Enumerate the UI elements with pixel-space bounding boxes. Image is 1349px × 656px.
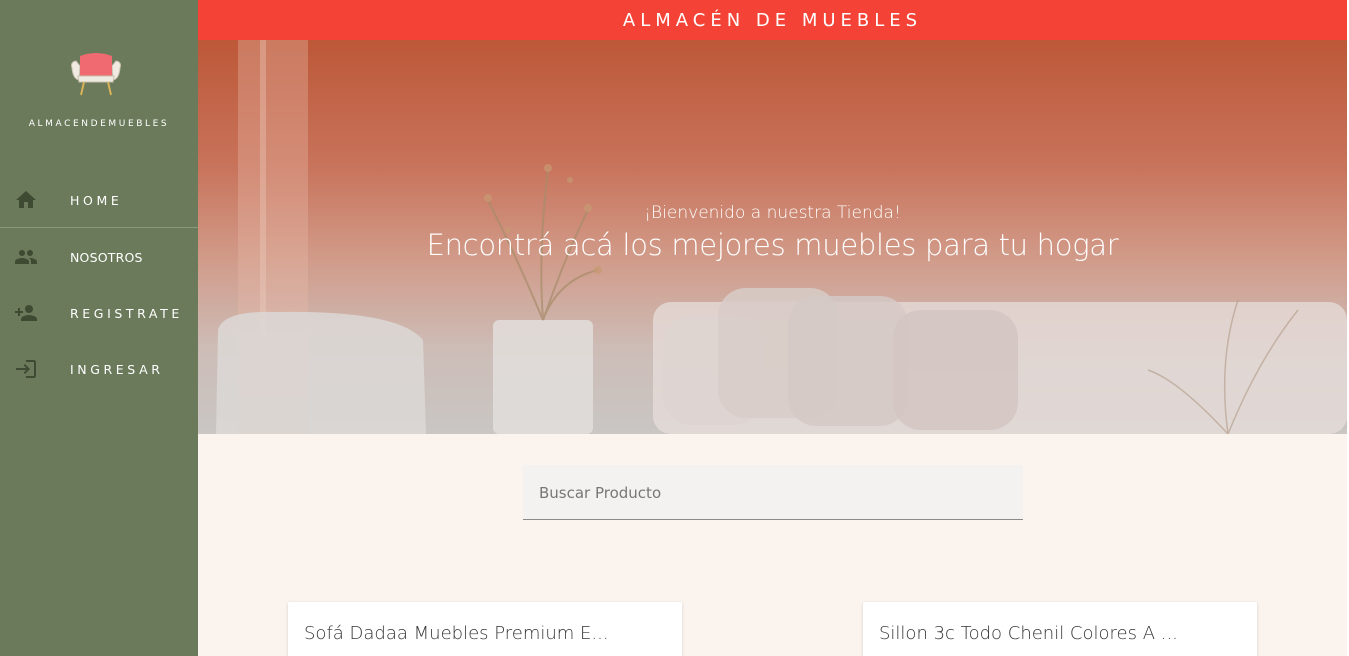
product-card[interactable]: Sillon 3c Todo Chenil Colores A ... [863,602,1257,656]
armchair-icon[interactable] [67,52,125,98]
page-title: ALMACÉN DE MUEBLES [622,9,923,31]
product-title[interactable]: Sofá Dadaa Muebles Premium E... [304,623,609,644]
sidebar-item-ingresar[interactable]: INGRESAR [0,341,198,397]
people-icon [14,245,38,269]
sidebar-item-home[interactable]: HOME [0,172,198,228]
search-input[interactable] [523,465,1023,519]
sidebar-item-label: NOSOTROS [70,249,143,265]
hero-title: Encontrá acá los mejores muebles para tu… [426,228,1119,262]
brand-name[interactable]: ALMACENDEMUEBLES [0,119,198,129]
person-add-icon [14,301,38,325]
product-card[interactable]: Sofá Dadaa Muebles Premium E... [288,602,682,656]
hero-subtitle: ¡Bienvenido a nuestra Tienda! [644,203,901,223]
search-field[interactable] [523,465,1023,520]
sidebar-item-label: HOME [70,192,123,208]
sidebar-item-label: REGISTRATE [70,305,183,321]
sidebar-item-label: INGRESAR [70,361,164,377]
sidebar-item-registrate[interactable]: REGISTRATE [0,285,198,341]
hero-banner: ¡Bienvenido a nuestra Tienda! Encontrá a… [198,40,1347,434]
sidebar-item-nosotros[interactable]: NOSOTROS [0,229,198,285]
top-app-bar: ALMACÉN DE MUEBLES [198,0,1347,40]
home-icon [14,188,38,212]
divider [0,227,198,228]
login-icon [14,357,38,381]
product-title[interactable]: Sillon 3c Todo Chenil Colores A ... [879,623,1178,644]
sidebar: ALMACENDEMUEBLES HOME NOSOTROS REGISTRAT… [0,0,198,656]
